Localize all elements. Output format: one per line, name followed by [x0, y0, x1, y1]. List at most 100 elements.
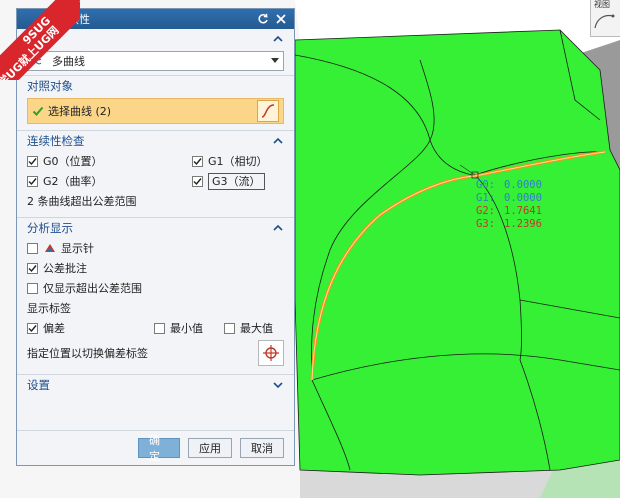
readout-value: 0.0000	[504, 179, 542, 191]
dialog-title: 连续性	[57, 13, 90, 26]
view-widget-label: 视图	[594, 0, 610, 9]
max-value-label: 最大值	[240, 322, 273, 335]
min-value-label: 最小值	[170, 322, 203, 335]
checkbox[interactable]	[27, 282, 38, 294]
target-icon	[263, 345, 279, 361]
checkbox[interactable]	[224, 322, 235, 334]
checkbox[interactable]	[27, 175, 38, 187]
continuity-readout: G0: 0.0000 G1: 0.0000 G2: 1.7641 G3: 1.2…	[476, 179, 542, 231]
section-title: 分析显示	[27, 221, 73, 235]
g1-label: G1（相切）	[208, 155, 268, 168]
location-hint: 指定位置以切换偏差标签	[27, 347, 148, 360]
apply-button[interactable]: 应用	[188, 438, 232, 458]
chevron-down-icon	[273, 382, 283, 389]
show-needles-label: 显示针	[61, 242, 94, 255]
readout-key: G3:	[476, 218, 495, 230]
checkbox[interactable]	[192, 155, 203, 167]
g1-checkbox[interactable]: G1（相切）	[192, 153, 284, 169]
check-row-1: G0（位置） G1（相切）	[17, 151, 294, 171]
reset-button[interactable]	[256, 12, 270, 26]
g0-label: G0（位置）	[43, 155, 103, 168]
check-status: 2 条曲线超出公差范围	[17, 191, 294, 211]
checkbox[interactable]	[27, 262, 38, 274]
select-curve-label: 选择曲线 (2)	[48, 105, 112, 118]
deviation-checkbox[interactable]: 偏差	[27, 320, 154, 336]
readout-value: 1.7641	[504, 205, 542, 217]
checkbox[interactable]	[192, 175, 203, 187]
readout-key: G0:	[476, 179, 495, 191]
compare-section-header[interactable]: 对照对象	[17, 76, 294, 96]
chevron-up-icon	[273, 224, 283, 231]
readout-g3: G3: 1.2396	[476, 218, 542, 231]
label-options-row: 偏差 最小值 最大值	[17, 318, 294, 338]
display-section: 分析显示 显示针 公差批注 仅显示超出公差范围 显示标签 偏差 最小值 最大值 …	[17, 217, 294, 368]
only-out-of-tol-row[interactable]: 仅显示超出公差范围	[17, 278, 294, 298]
dialog-footer: 确定 应用 取消	[17, 430, 294, 465]
g3-label: G3（流）	[208, 172, 265, 190]
g2-checkbox[interactable]: G2（曲率）	[27, 173, 192, 189]
type-section: 类型 多曲线	[17, 29, 294, 71]
checkbox[interactable]	[154, 322, 165, 334]
cancel-button[interactable]: 取消	[240, 438, 284, 458]
check-row-2: G2（曲率） G3（流）	[17, 171, 294, 191]
specify-location-button[interactable]	[258, 340, 284, 366]
ok-button[interactable]: 确定	[138, 434, 180, 463]
view-widget[interactable]: 视图	[590, 0, 620, 37]
check-icon	[28, 324, 37, 332]
select-curve-row[interactable]: 选择曲线 (2)	[27, 98, 284, 124]
max-value-checkbox[interactable]: 最大值	[224, 320, 284, 336]
view-orient-icon	[594, 14, 615, 29]
section-title: 类型	[27, 32, 50, 46]
tolerance-note-label: 公差批注	[43, 262, 87, 275]
check-icon	[28, 264, 37, 272]
readout-key: G2:	[476, 205, 495, 217]
compare-section: 对照对象 选择曲线 (2)	[17, 75, 294, 124]
g3-checkbox[interactable]: G3（流）	[192, 172, 284, 190]
readout-key: G1:	[476, 192, 495, 204]
show-needles-row[interactable]: 显示针	[17, 238, 294, 258]
readout-g2: G2: 1.7641	[476, 205, 542, 218]
check-icon	[32, 106, 44, 116]
close-icon	[276, 14, 286, 24]
check-icon	[193, 157, 202, 165]
show-labels-heading: 显示标签	[17, 298, 294, 318]
settings-section: 设置	[17, 374, 294, 395]
only-out-of-tol-label: 仅显示超出公差范围	[43, 282, 142, 295]
chevron-down-icon	[271, 58, 279, 63]
continuity-dialog: 连续性 类型 多曲线 对照对象 选择曲线 (2) 连续性检查 G0（位置） G1…	[16, 8, 295, 466]
check-icon	[193, 177, 202, 185]
dialog-titlebar[interactable]: 连续性	[17, 9, 294, 29]
g0-checkbox[interactable]: G0（位置）	[27, 153, 192, 169]
checkbox[interactable]	[27, 242, 38, 254]
type-section-header[interactable]: 类型	[17, 29, 294, 49]
display-section-header[interactable]: 分析显示	[17, 218, 294, 238]
reset-icon	[258, 13, 268, 24]
multi-curve-icon	[32, 57, 42, 65]
close-button[interactable]	[274, 12, 288, 26]
curve-select-icon	[261, 104, 275, 118]
checkbox[interactable]	[27, 322, 38, 334]
deviation-label: 偏差	[43, 322, 65, 335]
type-select-value: 多曲线	[52, 55, 85, 68]
check-section: 连续性检查 G0（位置） G1（相切） G2（曲率） G3（流） 2 条曲线超出…	[17, 130, 294, 211]
g2-label: G2（曲率）	[43, 175, 103, 188]
tolerance-note-row[interactable]: 公差批注	[17, 258, 294, 278]
checkbox[interactable]	[27, 155, 38, 167]
min-value-checkbox[interactable]: 最小值	[154, 320, 224, 336]
settings-section-header[interactable]: 设置	[17, 375, 294, 395]
section-title: 对照对象	[27, 79, 73, 93]
readout-value: 1.2396	[504, 218, 542, 230]
needle-icon	[45, 244, 55, 252]
type-select[interactable]: 多曲线	[27, 51, 284, 71]
location-row: 指定位置以切换偏差标签	[17, 338, 294, 368]
curve-select-button[interactable]	[257, 100, 279, 122]
section-title: 设置	[27, 378, 50, 392]
check-status-text: 2 条曲线超出公差范围	[27, 195, 137, 208]
readout-g1: G1: 0.0000	[476, 192, 542, 205]
show-labels-text: 显示标签	[27, 302, 71, 315]
check-section-header[interactable]: 连续性检查	[17, 131, 294, 151]
readout-g0: G0: 0.0000	[476, 179, 542, 192]
check-icon	[28, 157, 37, 165]
chevron-up-icon	[273, 35, 283, 42]
readout-value: 0.0000	[504, 192, 542, 204]
